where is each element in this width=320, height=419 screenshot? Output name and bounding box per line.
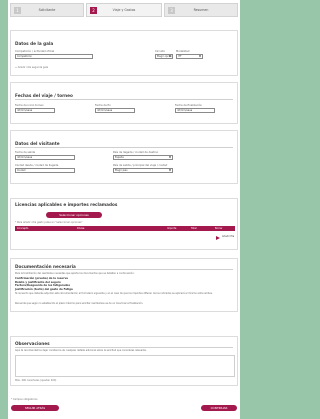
f3-input[interactable]: Ciudad <box>15 168 75 173</box>
step-number: 1 <box>14 7 21 14</box>
f3-label: Ciudad desde / ciudad de llegada <box>15 164 59 167</box>
f1-label: Fecha de salida <box>15 151 36 154</box>
step-number: 2 <box>90 7 97 14</box>
step-label: Resumen <box>193 8 209 12</box>
gastos-hint: * Para añadir otra gasto pulsa en "selec… <box>15 221 83 224</box>
competicion-label: Competición / actividad oficial <box>15 50 55 53</box>
obs-textarea[interactable] <box>15 355 235 377</box>
docs-intro: Para la tramitación del reembolso necesi… <box>15 272 135 275</box>
gala-card: Datos de la gala Competición / actividad… <box>10 30 238 76</box>
f2-label: País de llegada / ciudad de destino <box>113 151 159 154</box>
docs-card: Documentación necesaria Para la tramitac… <box>10 258 238 312</box>
divider <box>15 99 233 100</box>
stepper: 1 Solicitante 2 Viaje y Gastos 3 Resumen <box>10 3 238 17</box>
step-label: Solicitante <box>38 8 56 12</box>
col-concepto: Concepto <box>17 227 29 230</box>
circuito-label: Circuito <box>155 50 165 53</box>
col-borrar: Borrar <box>215 227 223 230</box>
obs-card: Observaciones Aquí te recomendamos dejar… <box>10 336 238 386</box>
gala-title: Datos de la gala <box>15 41 54 46</box>
step-number: 3 <box>168 7 175 14</box>
docs-note-2: Recuerda que según lo establecido el pla… <box>15 302 144 305</box>
f4-select[interactable]: Elegir país <box>113 168 173 173</box>
visitante-title: Datos del visitante <box>15 141 60 146</box>
competicion-input[interactable]: Competición <box>15 54 93 59</box>
final-label: Fecha de finalización <box>175 104 203 107</box>
visitante-card: Datos del visitante Fecha de salida dd/m… <box>10 130 238 184</box>
continue-button[interactable]: CONTINUAR <box>201 405 237 411</box>
col-total: Total <box>191 227 197 230</box>
f2-select[interactable]: España <box>113 155 173 160</box>
gastos-card: Licencias aplicables e importes reclamad… <box>10 198 238 250</box>
final-input[interactable]: dd/mm/aaaa <box>175 108 215 113</box>
add-gala-link[interactable]: + Añadir otra segunda gala <box>15 66 48 69</box>
step-resumen[interactable]: 3 Resumen <box>164 3 238 17</box>
divider <box>15 147 233 148</box>
fin-label: Fecha de fin <box>95 104 111 107</box>
fechas-title: Fechas del viaje / torneo <box>15 93 73 98</box>
obs-counter: Máx. 400 caracteres (quedan 400) <box>15 379 57 382</box>
circuito-select[interactable]: Elegir opción <box>155 54 173 59</box>
inicio-label: Fecha de inicio torneo <box>15 104 44 107</box>
col-importe: Importe <box>167 227 177 230</box>
obs-label: Aquí te recomendamos dejar constancia de… <box>15 349 147 352</box>
select-options-button[interactable]: Seleccionar opciones <box>46 212 102 218</box>
obs-title: Observaciones <box>15 341 50 346</box>
required-note: * Campos obligatorios <box>11 398 38 401</box>
modalidad-label: Modalidad <box>176 50 190 53</box>
step-viaje-gastos[interactable]: 2 Viaje y Gastos <box>86 3 162 17</box>
form-page: 1 Solicitante 2 Viaje y Gastos 3 Resumen… <box>8 0 240 419</box>
add-row-link[interactable]: Añadir fila <box>222 235 234 238</box>
f4-label: País de salida / principal del viaje / c… <box>113 164 168 167</box>
step-label: Viaje y Gastos <box>112 8 136 12</box>
divider <box>15 347 233 348</box>
fechas-card: Fechas del viaje / torneo Fecha de inici… <box>10 82 238 124</box>
f1-input[interactable]: dd/mm/aaaa <box>15 155 75 160</box>
gastos-title: Licencias aplicables e importes reclamad… <box>15 202 118 207</box>
add-row-arrow-icon[interactable] <box>216 236 220 240</box>
fin-input[interactable]: dd/mm/aaaa <box>95 108 135 113</box>
divider <box>15 269 233 270</box>
inicio-input[interactable]: dd/mm/aaaa <box>15 108 55 113</box>
col-divisa: Divisa <box>77 227 85 230</box>
gastos-table-header: Concepto Divisa Importe Total Borrar <box>15 226 235 231</box>
back-button[interactable]: SEGUIR ATRÁS <box>11 405 59 411</box>
step-solicitante[interactable]: 1 Solicitante <box>10 3 84 17</box>
docs-note-1: Te recuerdo que deberás adjuntar esta do… <box>15 292 213 295</box>
doc-item: Justificación (texto) del gasto de Fatig… <box>15 287 73 291</box>
modalidad-select[interactable]: ITF <box>176 54 203 59</box>
